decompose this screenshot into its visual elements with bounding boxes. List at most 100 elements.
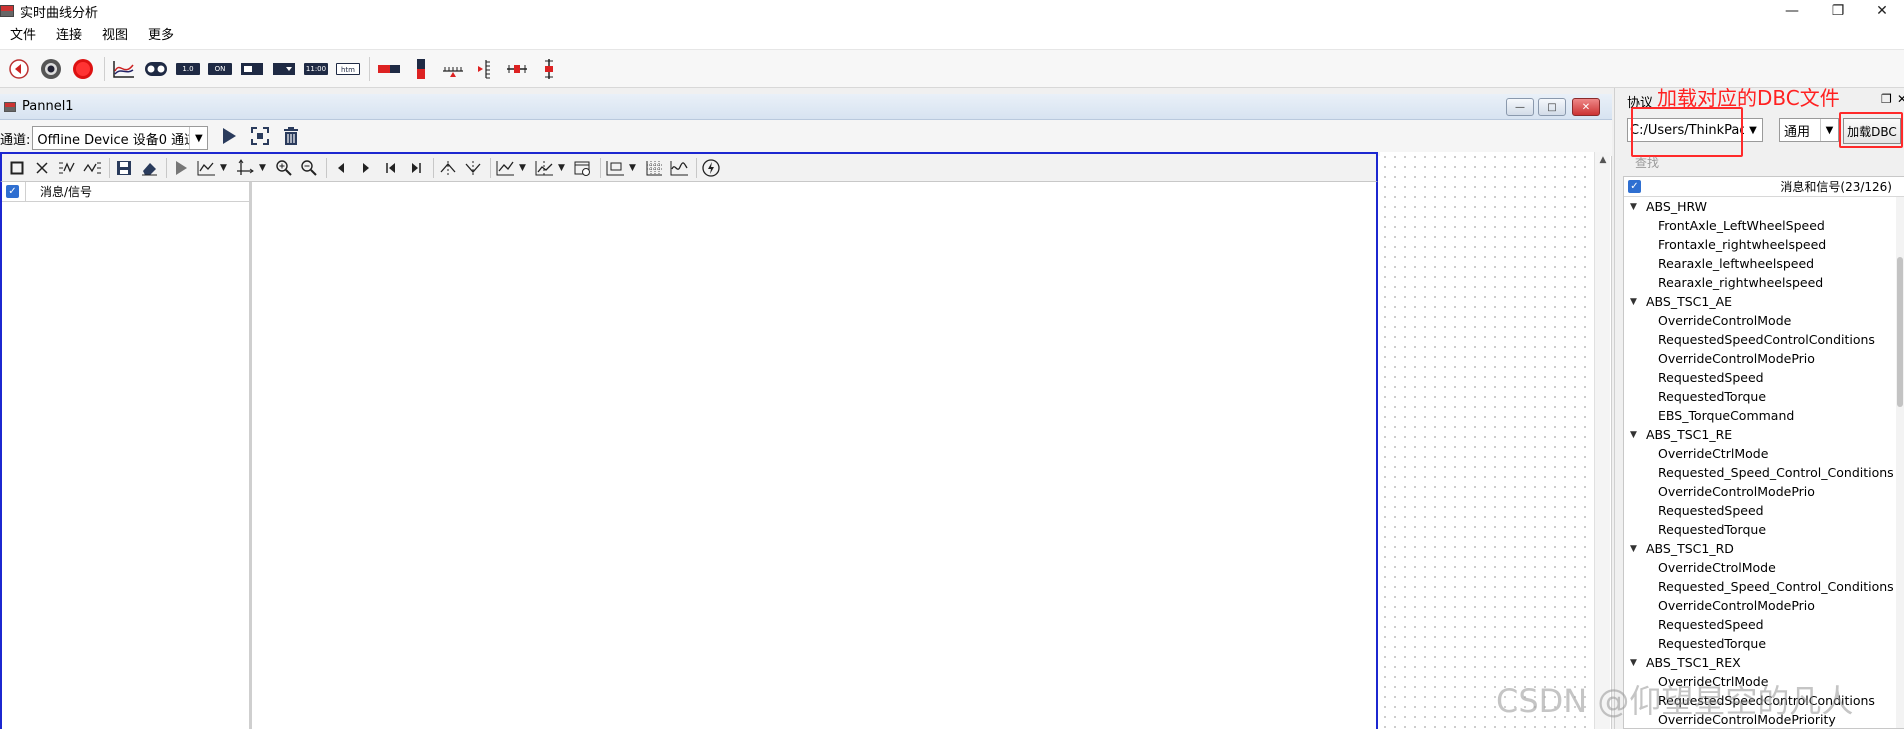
lightning-icon[interactable] — [700, 157, 722, 179]
vertical-scale-icon[interactable] — [470, 54, 500, 84]
select-box-icon[interactable] — [6, 157, 28, 179]
zoom-out-icon[interactable] — [298, 157, 320, 179]
expand-triangle-icon[interactable]: ▼ — [1630, 202, 1646, 212]
tree-signal-item[interactable]: OverrideCtrolMode — [1624, 558, 1904, 577]
channel-select[interactable]: Offline Device 设备0 通道0 ▼ — [32, 126, 209, 150]
delete-icon[interactable] — [282, 126, 300, 150]
back-icon[interactable] — [4, 54, 34, 84]
peak-icon[interactable] — [437, 157, 459, 179]
stop-record-icon[interactable] — [68, 54, 98, 84]
pannel-close-icon[interactable]: ✕ — [1572, 98, 1600, 116]
prev-icon[interactable] — [330, 157, 352, 179]
search-input[interactable]: 查找 — [1635, 154, 1659, 171]
layout-chart-icon[interactable] — [604, 157, 626, 179]
switch-display-icon[interactable]: ON — [205, 54, 235, 84]
tree-signal-item[interactable]: Frontaxle_rightwheelspeed — [1624, 235, 1904, 254]
tree-signal-item[interactable]: OverrideControlModePrio — [1624, 596, 1904, 615]
menu-file[interactable]: 文件 — [0, 22, 46, 50]
tree-signal-item[interactable]: OverrideControlModePrio — [1624, 349, 1904, 368]
tree-group-abs-tsc1-re[interactable]: ▼ ABS_TSC1_RE — [1624, 425, 1904, 444]
chevron-down-icon[interactable]: ▼ — [220, 163, 230, 173]
expand-triangle-icon[interactable]: ▼ — [1630, 544, 1646, 554]
scroll-thumb[interactable] — [1897, 257, 1903, 407]
pannel-restore-icon[interactable]: □ — [1538, 98, 1566, 116]
signal-add-icon[interactable] — [56, 157, 78, 179]
tree-scrollbar[interactable] — [1896, 197, 1904, 728]
save-icon[interactable] — [113, 157, 135, 179]
tree-signal-item[interactable]: Requested_Speed_Control_Conditions — [1624, 577, 1904, 596]
curve-icon[interactable] — [109, 54, 139, 84]
dropdown-display-icon[interactable] — [269, 54, 299, 84]
plot-area[interactable] — [254, 182, 1378, 729]
tree-signal-item[interactable]: Rearaxle_leftwheelspeed — [1624, 254, 1904, 273]
tree-signal-item[interactable]: RequestedSpeed — [1624, 615, 1904, 634]
valley-icon[interactable] — [462, 157, 484, 179]
tree-signal-item[interactable]: EBS_TorqueCommand — [1624, 406, 1904, 425]
axis-xy-icon[interactable] — [234, 157, 256, 179]
tree-group-abs-tsc1-rex[interactable]: ▼ ABS_TSC1_REX — [1624, 653, 1904, 672]
html-display-icon[interactable]: htm — [333, 54, 363, 84]
tree-group-abs-hrw[interactable]: ▼ ABS_HRW — [1624, 197, 1904, 216]
tree-signal-item[interactable]: RequestedSpeedControlConditions — [1624, 330, 1904, 349]
chart-mode-icon[interactable] — [195, 157, 217, 179]
signal-list-icon[interactable] — [81, 157, 103, 179]
select-all-checkbox[interactable]: ✓ — [6, 185, 19, 198]
scroll-up-icon[interactable]: ▲ — [1595, 152, 1611, 168]
record-target-icon[interactable] — [36, 54, 66, 84]
remove-icon[interactable] — [31, 157, 53, 179]
tree-signal-item[interactable]: Requested_Speed_Control_Conditions — [1624, 463, 1904, 482]
chevron-down-icon[interactable]: ▼ — [629, 163, 639, 173]
tree-signal-item[interactable]: RequestedTorque — [1624, 634, 1904, 653]
tree-signal-item[interactable]: RequestedSpeed — [1624, 368, 1904, 387]
vertical-scrollbar[interactable]: ▲ — [1594, 152, 1610, 729]
horizontal-slider-icon[interactable] — [502, 54, 532, 84]
pannel-minimize-icon[interactable]: — — [1506, 98, 1534, 116]
time-display-icon[interactable]: 11:00 — [301, 54, 331, 84]
vertical-bar-icon[interactable] — [406, 54, 436, 84]
expand-triangle-icon[interactable]: ▼ — [1630, 297, 1646, 307]
expand-triangle-icon[interactable]: ▼ — [1630, 658, 1646, 668]
horizontal-bar-icon[interactable] — [374, 54, 404, 84]
menu-view[interactable]: 视图 — [92, 22, 138, 50]
tree-group-abs-tsc1-rd[interactable]: ▼ ABS_TSC1_RD — [1624, 539, 1904, 558]
value-display-icon[interactable]: 1.0 — [173, 54, 203, 84]
progress-display-icon[interactable] — [237, 54, 267, 84]
tree-select-all-checkbox[interactable]: ✓ — [1628, 180, 1641, 193]
chevron-down-icon[interactable]: ▼ — [519, 163, 529, 173]
menu-more[interactable]: 更多 — [138, 22, 184, 50]
tree-signal-item[interactable]: Rearaxle_rightwheelspeed — [1624, 273, 1904, 292]
tree-group-abs-tsc1-ae[interactable]: ▼ ABS_TSC1_AE — [1624, 292, 1904, 311]
design-grid[interactable] — [1380, 152, 1594, 729]
restore-icon[interactable]: ❐ — [1816, 0, 1860, 22]
tree-signal-item[interactable]: RequestedTorque — [1624, 387, 1904, 406]
expand-triangle-icon[interactable]: ▼ — [1630, 430, 1646, 440]
window-chart-icon[interactable] — [572, 157, 594, 179]
cursor-chart-icon[interactable] — [494, 157, 516, 179]
tree-signal-item[interactable]: OverrideCtrlMode — [1624, 444, 1904, 463]
tree-signal-item[interactable]: FrontAxle_LeftWheelSpeed — [1624, 216, 1904, 235]
last-icon[interactable] — [405, 157, 427, 179]
tree-signal-item[interactable]: RequestedTorque — [1624, 520, 1904, 539]
panel-float-icon[interactable]: ❐ — [1881, 92, 1892, 106]
chevron-down-icon[interactable]: ▼ — [259, 163, 269, 173]
measure-chart-icon[interactable] — [533, 157, 555, 179]
zoom-in-icon[interactable] — [273, 157, 295, 179]
tree-signal-item[interactable]: RequestedSpeed — [1624, 501, 1904, 520]
wave-chart-icon[interactable] — [668, 157, 690, 179]
grid-icon[interactable] — [643, 157, 665, 179]
tree-signal-item[interactable]: OverrideControlMode — [1624, 311, 1904, 330]
chevron-down-icon[interactable]: ▼ — [558, 163, 568, 173]
eraser-icon[interactable] — [138, 157, 160, 179]
close-icon[interactable]: ✕ — [1860, 0, 1904, 22]
first-icon[interactable] — [380, 157, 402, 179]
minimize-icon[interactable]: — — [1770, 0, 1814, 22]
vertical-slider-icon[interactable] — [534, 54, 564, 84]
tree-signal-item[interactable]: OverrideControlModePrio — [1624, 482, 1904, 501]
menu-connect[interactable]: 连接 — [46, 22, 92, 50]
panel-close-icon[interactable]: ✕ — [1897, 92, 1904, 106]
play-icon[interactable] — [220, 126, 238, 150]
horizontal-scale-icon[interactable] — [438, 54, 468, 84]
fit-view-icon[interactable] — [250, 126, 270, 150]
run-icon[interactable] — [170, 157, 192, 179]
next-icon[interactable] — [355, 157, 377, 179]
